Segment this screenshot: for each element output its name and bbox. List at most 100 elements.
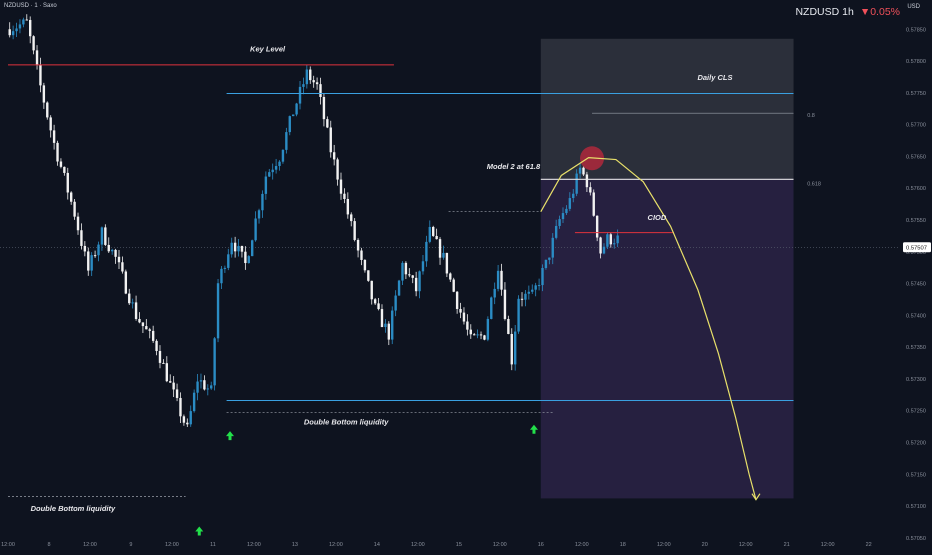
price-tick-label: 0.57600 bbox=[906, 186, 926, 192]
candle-body bbox=[356, 239, 360, 251]
candle-body bbox=[524, 293, 527, 300]
price-tick-label: 0.57650 bbox=[906, 154, 926, 160]
candle-body bbox=[158, 350, 162, 363]
candle-body bbox=[203, 380, 206, 390]
candle-body bbox=[486, 318, 490, 340]
candle-body bbox=[537, 285, 541, 287]
candle-body bbox=[391, 310, 394, 340]
candle-body bbox=[110, 249, 114, 252]
candle-body bbox=[223, 267, 227, 269]
price-axis[interactable]: 0.57050 0.57100 0.57150 0.57200 0.57250 0.573… bbox=[903, 27, 931, 542]
candle-body bbox=[329, 127, 332, 153]
candle-body bbox=[432, 226, 435, 236]
time-tick-label: 13 bbox=[292, 542, 298, 548]
candle-body bbox=[452, 279, 455, 292]
candle-body bbox=[233, 242, 237, 252]
candle-body bbox=[435, 235, 438, 240]
time-tick-label: 12:00 bbox=[247, 542, 261, 548]
currency-label: USD bbox=[907, 4, 920, 10]
candle-body bbox=[69, 192, 73, 202]
candle-body bbox=[76, 216, 80, 231]
time-tick-label: 18 bbox=[620, 542, 626, 548]
candle-body bbox=[401, 262, 404, 281]
candle-body bbox=[59, 161, 63, 167]
candle-body bbox=[80, 230, 83, 246]
price-tick-label: 0.57400 bbox=[906, 313, 926, 319]
candle-body bbox=[346, 199, 350, 215]
time-tick-label: 8 bbox=[47, 542, 50, 548]
candle-body bbox=[565, 208, 568, 214]
candle-body bbox=[93, 255, 97, 257]
candle-body bbox=[554, 225, 558, 238]
candle-body bbox=[305, 69, 309, 85]
time-tick-label: 16 bbox=[538, 542, 544, 548]
candle-body bbox=[585, 174, 589, 188]
candle-body bbox=[107, 244, 110, 252]
candle-body bbox=[8, 29, 11, 36]
candle-body bbox=[213, 338, 216, 386]
time-tick-label: 12:00 bbox=[821, 542, 835, 548]
ticker-block: NZDUSD 1h ▼0.05% bbox=[795, 6, 900, 18]
annotation-label: Double Bottom liquidity bbox=[304, 418, 389, 427]
candle-body bbox=[46, 102, 49, 118]
candle-body bbox=[264, 176, 268, 194]
candle-body bbox=[493, 288, 496, 298]
price-tick-label: 0.57250 bbox=[906, 409, 926, 415]
candle-body bbox=[551, 237, 554, 258]
candle-body bbox=[131, 302, 134, 304]
candle-body bbox=[97, 244, 100, 256]
candle-body bbox=[445, 252, 449, 274]
zone-discount bbox=[540, 178, 794, 499]
candle-body bbox=[353, 221, 356, 240]
annotation-label: CIOD bbox=[648, 213, 667, 222]
candle-body bbox=[373, 299, 377, 304]
candle-body bbox=[104, 227, 107, 245]
candle-body bbox=[490, 297, 493, 319]
candle-body bbox=[151, 330, 155, 341]
candle-body bbox=[531, 289, 534, 292]
symbol-line: NZDUSD · 1 · Saxo bbox=[4, 3, 57, 9]
candle-body bbox=[309, 69, 312, 81]
candle-body bbox=[500, 270, 503, 290]
candle-body bbox=[247, 256, 250, 264]
candle-body bbox=[568, 198, 572, 209]
ticker-change: ▼0.05% bbox=[859, 6, 900, 18]
candle-body bbox=[548, 257, 551, 260]
candle-body bbox=[425, 241, 428, 262]
candle-body bbox=[394, 295, 397, 311]
candle-body bbox=[377, 303, 380, 310]
price-tick-label: 0.57350 bbox=[906, 345, 926, 351]
price-tick-label: 0.57150 bbox=[906, 472, 926, 478]
candle-body bbox=[404, 262, 408, 275]
candle-body bbox=[138, 318, 141, 323]
time-axis[interactable]: 12:00 8 12:00 9 12:00 11 12:00 13 12:00 14 12:00 15… bbox=[1, 542, 872, 548]
candle-body bbox=[35, 50, 39, 65]
candle-body bbox=[510, 333, 513, 365]
candle-body bbox=[124, 271, 128, 294]
candle-body bbox=[220, 268, 223, 284]
candle-body bbox=[291, 114, 295, 117]
candle-body bbox=[363, 259, 367, 271]
candle-body bbox=[155, 340, 158, 351]
candle-body bbox=[483, 335, 486, 340]
candle-body bbox=[459, 308, 462, 313]
candles-layer bbox=[8, 14, 619, 428]
time-tick-label: 14 bbox=[374, 542, 380, 548]
candle-body bbox=[87, 251, 90, 271]
annotation-label: 0.8 bbox=[807, 113, 815, 119]
candle-body bbox=[230, 242, 233, 255]
candle-body bbox=[527, 291, 531, 294]
candle-body bbox=[32, 36, 35, 51]
price-tick-label: 0.57800 bbox=[906, 59, 926, 65]
price-chart[interactable]: Key Level Daily CLS Model 2 at 61.8 CIOD Dou… bbox=[0, 0, 932, 550]
candle-body bbox=[384, 323, 387, 328]
time-tick-label: 11 bbox=[210, 542, 216, 548]
candle-body bbox=[15, 28, 18, 32]
candle-body bbox=[274, 166, 278, 170]
annotation-label: Key Level bbox=[250, 45, 286, 54]
candle-body bbox=[244, 251, 247, 264]
chart-canvas[interactable]: Key Level Daily CLS Model 2 at 61.8 CIOD Dou… bbox=[0, 0, 932, 550]
candle-body bbox=[473, 334, 476, 336]
candle-body bbox=[25, 19, 28, 21]
candle-body bbox=[302, 84, 305, 87]
